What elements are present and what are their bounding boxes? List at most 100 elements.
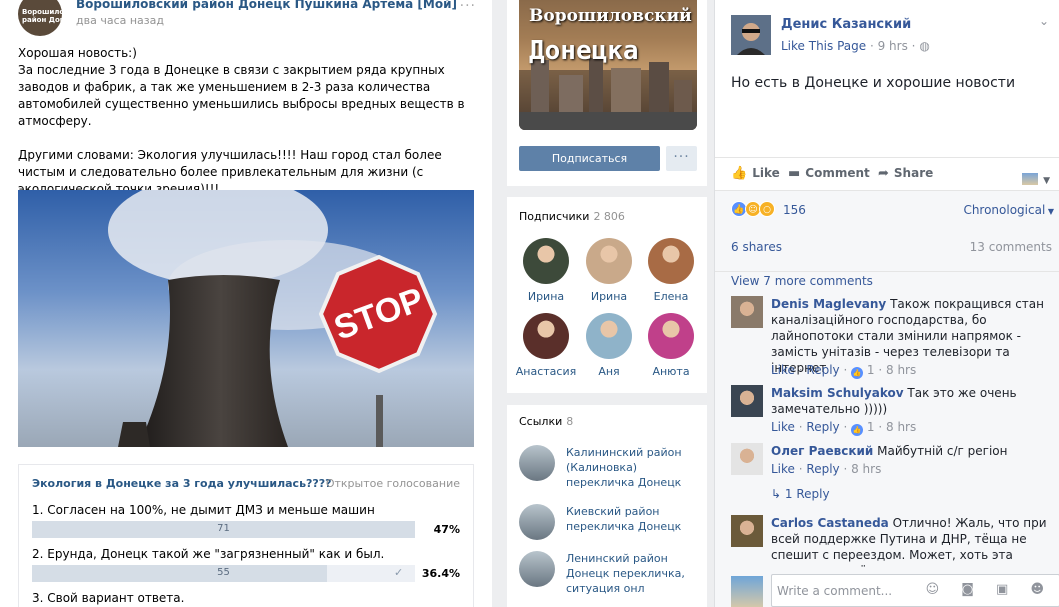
share-label: Share — [893, 166, 934, 180]
member-item[interactable]: Елена — [639, 238, 703, 303]
view-more-comments-link[interactable]: View 7 more comments — [731, 274, 873, 288]
check-icon: ✓ — [394, 566, 404, 579]
thumbs-up-icon: 👍 — [851, 424, 864, 436]
link-text[interactable]: Калининский район (Калиновка) перекличка… — [566, 445, 706, 490]
comment-time[interactable]: 8 hrs — [851, 462, 881, 476]
comment-like-link[interactable]: Like — [771, 363, 795, 377]
cooling-tower — [138, 275, 288, 447]
shares-link[interactable]: 6 shares — [731, 240, 782, 254]
comment-like-link[interactable]: Like — [771, 462, 795, 476]
comments-count[interactable]: 13 comments — [970, 240, 1052, 254]
comment-avatar[interactable] — [731, 443, 763, 475]
write-comment-row: Write a comment... ☺ ◙ ▣ ☻ — [731, 574, 1059, 607]
poll-option-label: 3. Свой вариант ответа. — [32, 591, 185, 605]
member-item[interactable]: Ирина — [577, 238, 641, 303]
comment-order-dropdown[interactable]: Chronological ▼ — [963, 203, 1054, 217]
share-button[interactable]: ➦ Share — [878, 166, 933, 181]
like-button[interactable]: 👍 Like — [731, 166, 780, 181]
like-page-link[interactable]: Like This Page — [781, 39, 866, 53]
comment-button[interactable]: ▬ Comment — [788, 166, 870, 181]
poll-option[interactable]: 1. Согласен на 100%, не дымит ДМЗ и мень… — [32, 503, 462, 538]
comment-reply-link[interactable]: Reply — [806, 420, 839, 434]
member-avatar — [586, 238, 632, 284]
comment-time[interactable]: 8 hrs — [886, 420, 916, 434]
poll-percent: 47% — [433, 523, 460, 536]
comment-reply-link[interactable]: Reply — [806, 363, 839, 377]
member-item[interactable]: Ирина — [514, 238, 578, 303]
link-item[interactable]: Калининский район (Калиновка) перекличка… — [519, 445, 704, 489]
poll-option[interactable]: 3. Свой вариант ответа. — [32, 591, 462, 605]
comment-avatar[interactable] — [731, 515, 763, 547]
fb-post-text: Но есть в Донецке и хорошие новости — [731, 75, 1016, 91]
member-avatar — [586, 313, 632, 359]
comment-author[interactable]: Олег Раевский — [771, 444, 873, 458]
comment-tool-icons[interactable]: ☺ ◙ ▣ ☻ — [926, 582, 1053, 597]
comment-body: Олег Раевский Майбутній с/г регіон — [771, 443, 1054, 459]
post-photo[interactable]: STOP — [18, 190, 474, 447]
view-replies-link[interactable]: ↳ 1 Reply — [771, 487, 830, 501]
meta-dot: · — [869, 39, 878, 53]
photo-illustration: STOP — [108, 190, 438, 447]
group-cover-title-2: Донецка — [529, 36, 639, 66]
links-title[interactable]: Ссылки 8 — [519, 415, 573, 428]
comment-body: Maksim Schulyakov Так это же очень замеч… — [771, 385, 1054, 417]
comment-reply-link[interactable]: Reply — [806, 462, 839, 476]
link-avatar — [519, 504, 555, 540]
group-card: Ворошиловский район Донецка Подписаться … — [507, 0, 707, 186]
member-name: Анастасия — [515, 365, 577, 378]
comment-like-count[interactable]: 1 — [867, 363, 875, 377]
post-time[interactable]: два часа назад — [76, 14, 164, 27]
member-avatar — [523, 313, 569, 359]
link-text[interactable]: Киевский район перекличка Донецк — [566, 504, 706, 534]
reactions-count[interactable]: 156 — [783, 203, 806, 217]
page-name-link[interactable]: Денис Казанский — [781, 17, 911, 32]
poll-option[interactable]: 2. Ерунда, Донецк такой же "загрязненный… — [32, 547, 462, 582]
facebook-post: Денис Казанский Like This Page · 9 hrs ·… — [714, 0, 1059, 607]
group-more-button[interactable]: ··· — [666, 146, 697, 171]
post-as-avatar — [1021, 172, 1038, 185]
member-name: Ирина — [527, 290, 565, 303]
member-name: Анюта — [652, 365, 690, 378]
dropdown-caret-icon: ▼ — [1045, 207, 1054, 216]
view-replies-label: 1 Reply — [784, 487, 830, 501]
links-count: 8 — [566, 415, 574, 428]
comment-like-count[interactable]: 1 — [867, 420, 875, 434]
like-label: Like — [752, 166, 780, 180]
link-item[interactable]: Ленинский район Донецк перекличка, ситуа… — [519, 551, 704, 595]
post-header: Ворошиловский район Донецка Ворошиловски… — [18, 0, 478, 40]
link-item[interactable]: Киевский район перекличка Донецк — [519, 504, 704, 544]
member-item[interactable]: Анюта — [639, 313, 703, 378]
poll-vote-count: 71 — [217, 523, 230, 534]
post-author-link[interactable]: Ворошиловский район Донецк Пушкина Артём… — [76, 0, 457, 11]
comment-author[interactable]: Denis Maglevany — [771, 297, 886, 311]
member-item[interactable]: Аня — [577, 313, 641, 378]
links-title-label: Ссылки — [519, 415, 563, 428]
members-title-label: Подписчики — [519, 210, 590, 223]
comment-time[interactable]: 8 hrs — [886, 363, 916, 377]
comment-avatar[interactable] — [731, 385, 763, 417]
group-avatar[interactable]: Ворошиловский район Донецка — [18, 0, 62, 36]
comment-icon: ▬ — [788, 166, 801, 181]
post-as-selector[interactable]: ▼ — [1021, 168, 1050, 187]
member-item[interactable]: Анастасия — [514, 313, 578, 378]
comment-order-label: Chronological — [963, 203, 1046, 217]
member-name: Елена — [653, 290, 689, 303]
subscribe-button[interactable]: Подписаться — [519, 146, 660, 171]
comment-author[interactable]: Maksim Schulyakov — [771, 386, 904, 400]
group-cover[interactable]: Ворошиловский район Донецка — [519, 0, 697, 130]
comment-input[interactable]: Write a comment... ☺ ◙ ▣ ☻ — [771, 574, 1059, 607]
comment-author[interactable]: Carlos Castaneda — [771, 516, 889, 530]
reply-arrow-icon: ↳ — [771, 487, 782, 501]
chevron-down-icon[interactable]: ⌄ — [1039, 14, 1049, 28]
cooling-tower-small — [118, 422, 150, 447]
group-cover-title-1: Ворошиловский район — [529, 6, 697, 26]
post-time[interactable]: 9 hrs — [878, 39, 908, 53]
page-avatar[interactable] — [731, 15, 771, 55]
post-more-icon[interactable]: ··· — [460, 0, 476, 14]
comment-footer: Like · Reply · 👍 1 · 8 hrs — [771, 420, 917, 436]
link-text[interactable]: Ленинский район Донецк перекличка, ситуа… — [566, 551, 706, 596]
members-title[interactable]: Подписчики 2 806 — [519, 210, 625, 223]
comment-like-link[interactable]: Like — [771, 420, 795, 434]
comment-avatar[interactable] — [731, 296, 763, 328]
comment-label: Comment — [805, 166, 870, 180]
